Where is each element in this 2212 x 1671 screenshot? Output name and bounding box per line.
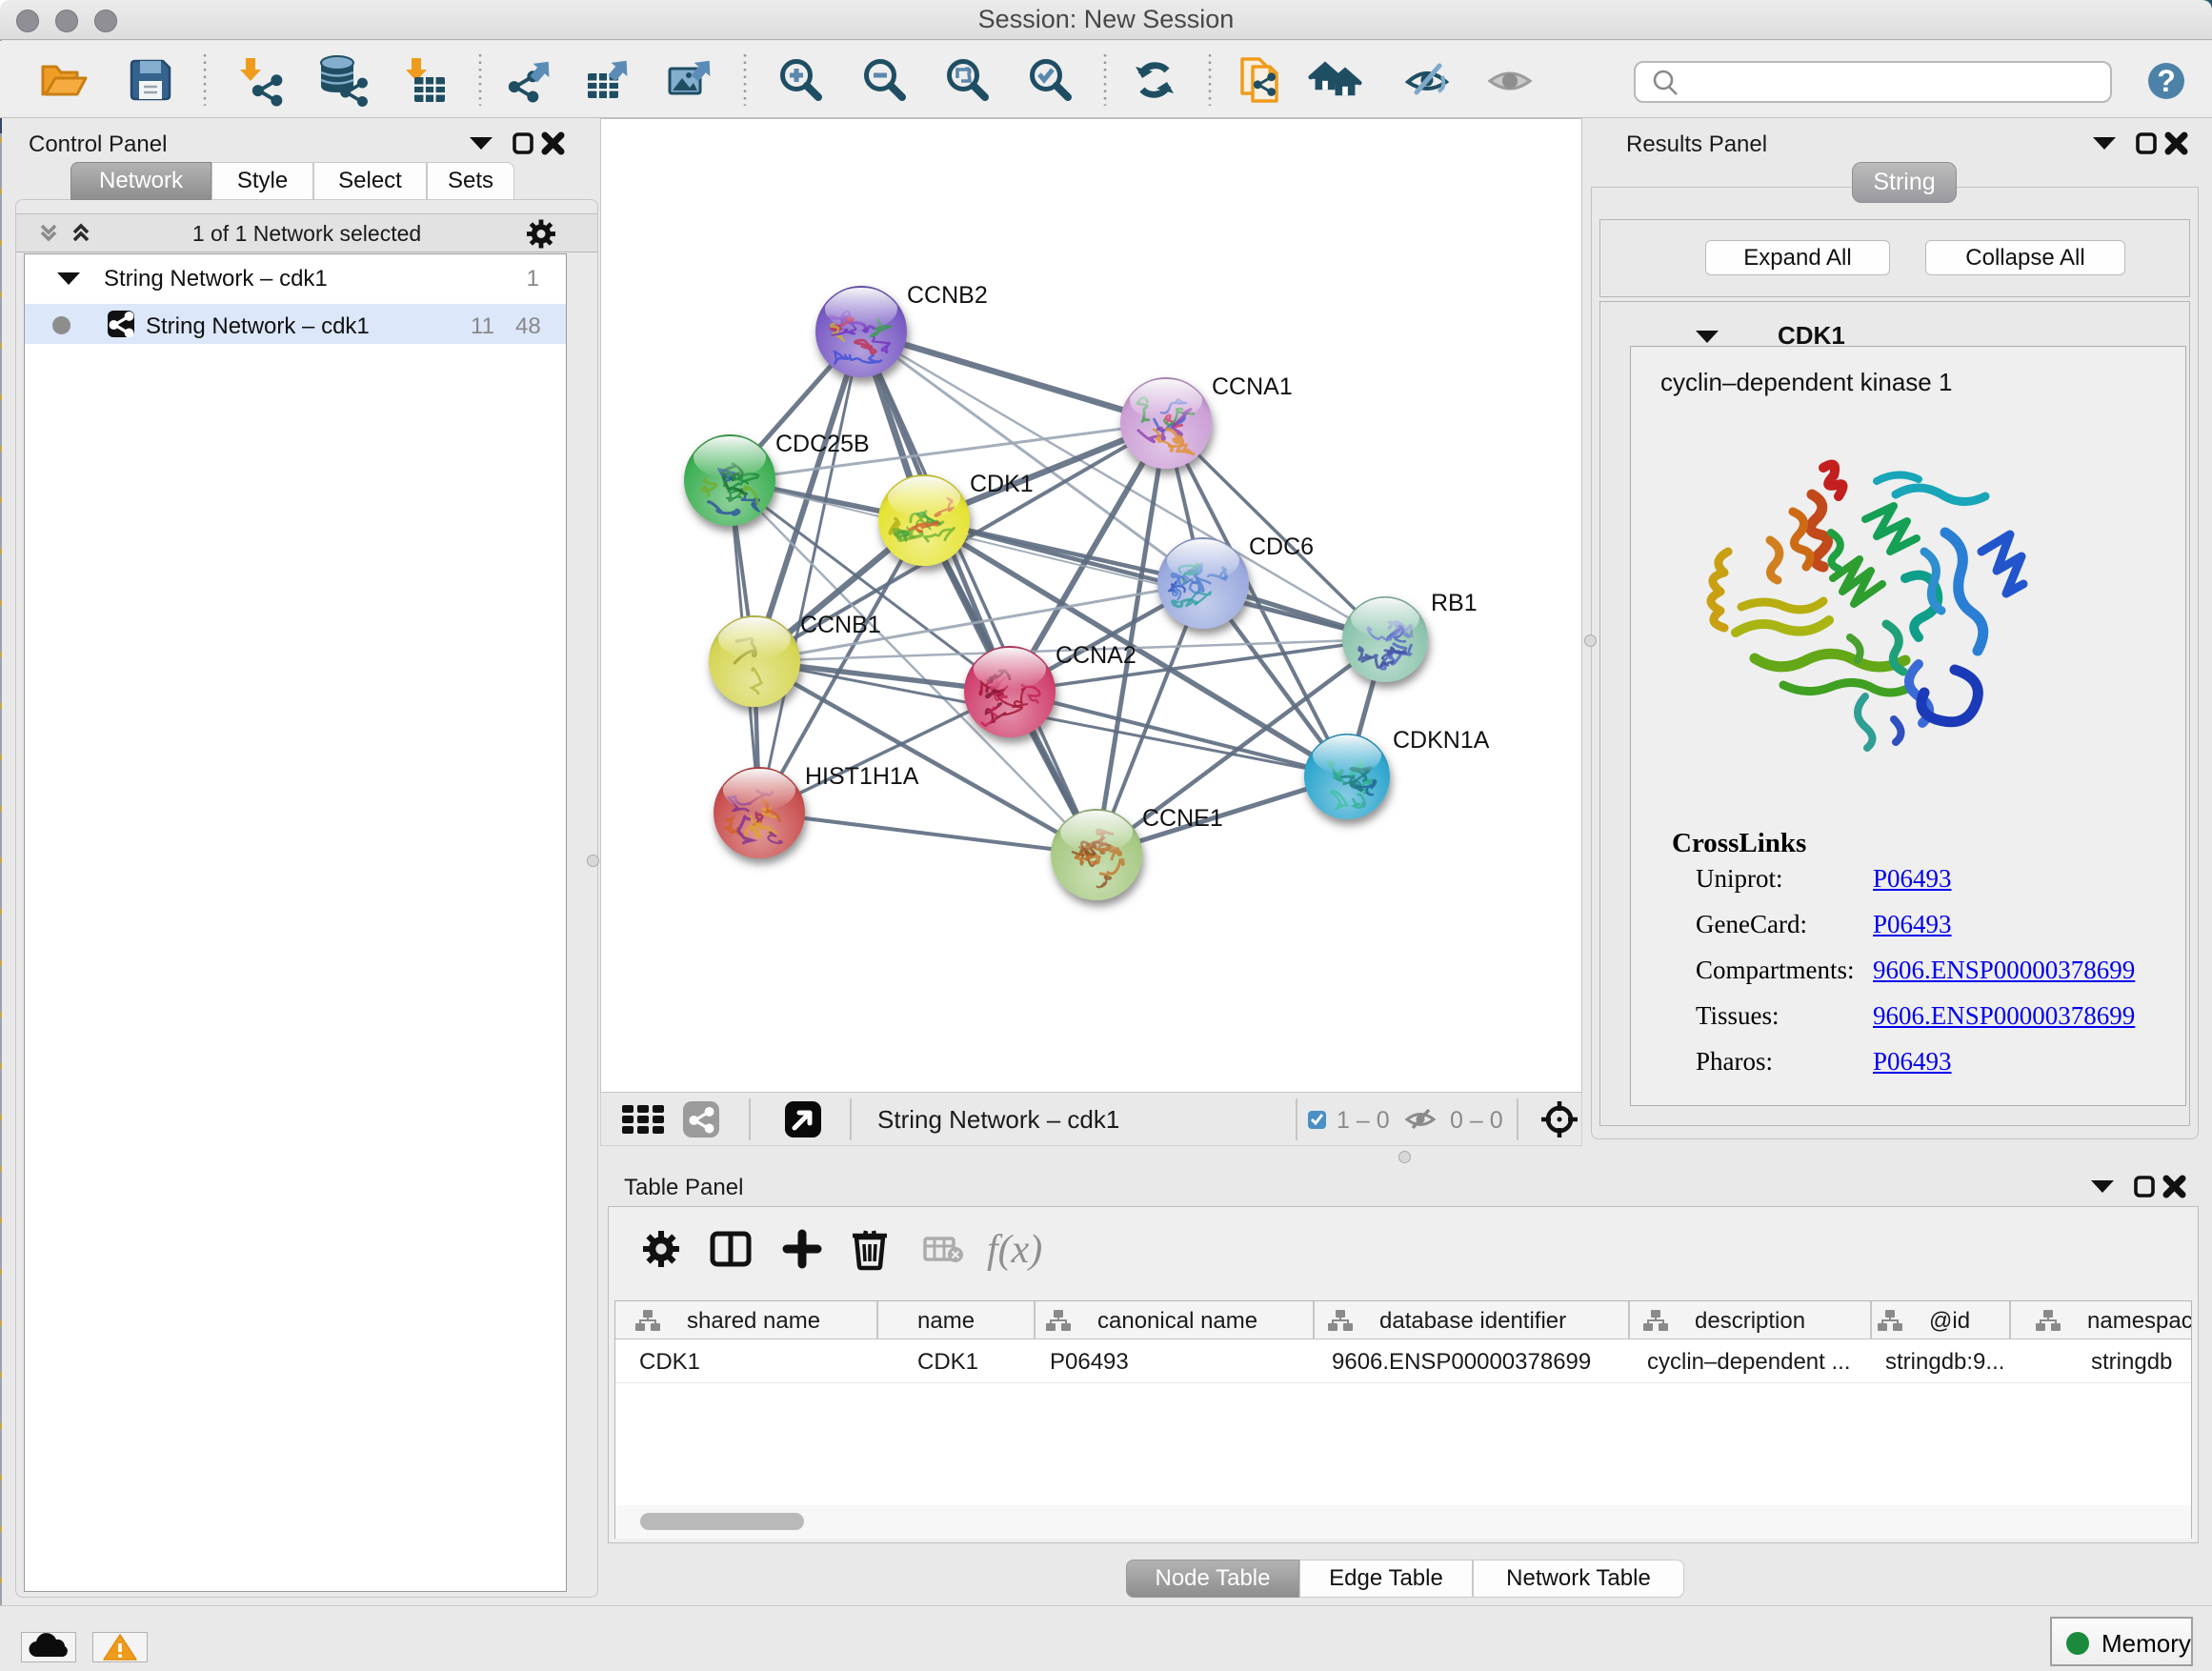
svg-text:CDC6: CDC6 <box>1249 534 1314 560</box>
svg-text:database identifier: database identifier <box>1379 1308 1566 1334</box>
svg-text:P06493: P06493 <box>1050 1349 1129 1375</box>
svg-text:RB1: RB1 <box>1431 590 1478 616</box>
svg-text:canonical name: canonical name <box>1097 1308 1257 1334</box>
svg-text:CCNB1: CCNB1 <box>800 612 881 638</box>
svg-text:name: name <box>917 1308 975 1334</box>
svg-text:CDC25B: CDC25B <box>775 431 870 457</box>
svg-text:shared name: shared name <box>687 1308 820 1334</box>
svg-text:CDKN1A: CDKN1A <box>1393 727 1490 754</box>
svg-text:@id: @id <box>1929 1308 1970 1334</box>
svg-text:0 – 0: 0 – 0 <box>1450 1107 1503 1134</box>
svg-text:CDK1: CDK1 <box>970 471 1034 497</box>
svg-text:f(x): f(x) <box>987 1228 1042 1272</box>
svg-text:?: ? <box>2157 64 2176 98</box>
svg-text:CCNB2: CCNB2 <box>907 282 988 309</box>
svg-text:stringdb: stringdb <box>2091 1349 2172 1375</box>
svg-text:CCNA2: CCNA2 <box>1056 642 1136 669</box>
svg-text:CDK1: CDK1 <box>639 1349 700 1375</box>
svg-text:HIST1H1A: HIST1H1A <box>805 763 919 790</box>
svg-text:stringdb:9...: stringdb:9... <box>1885 1349 2004 1375</box>
svg-text:CCNA1: CCNA1 <box>1212 373 1293 400</box>
svg-text:cyclin–dependent ...: cyclin–dependent ... <box>1647 1349 1850 1375</box>
svg-text:description: description <box>1695 1308 1805 1334</box>
svg-text:namespac: namespac <box>2087 1308 2191 1334</box>
svg-text:9606.ENSP00000378699: 9606.ENSP00000378699 <box>1332 1349 1591 1375</box>
svg-text:1 – 0: 1 – 0 <box>1337 1107 1390 1134</box>
svg-text:CDK1: CDK1 <box>917 1349 978 1375</box>
svg-text:CCNE1: CCNE1 <box>1142 805 1223 832</box>
svg-text:String Network – cdk1: String Network – cdk1 <box>877 1105 1119 1134</box>
